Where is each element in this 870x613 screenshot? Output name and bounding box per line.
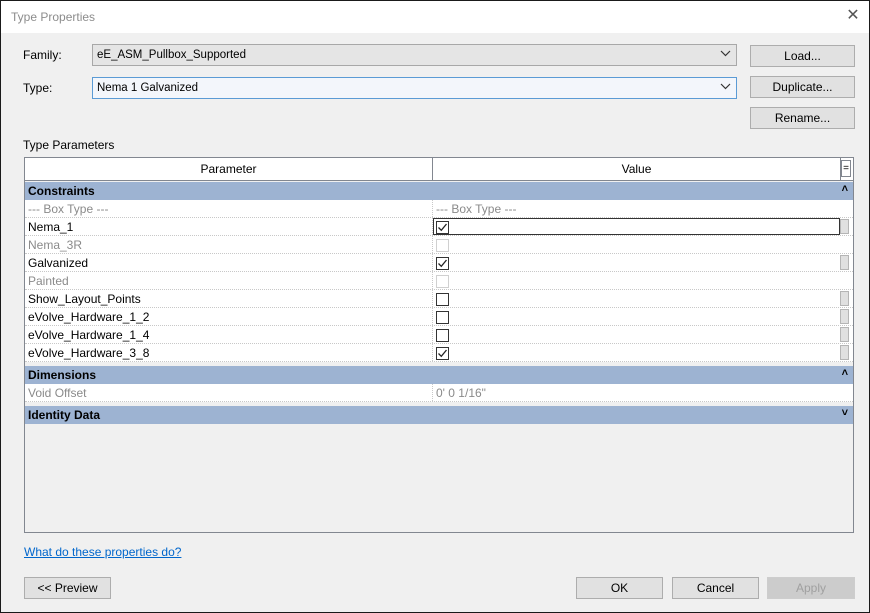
parameter-name: --- Box Type --- [28, 202, 109, 216]
column-header-value[interactable]: Value [433, 158, 841, 180]
table-row-evolve-hardware-3-8[interactable]: eVolve_Hardware_3_8 [25, 344, 853, 362]
grid-header: Parameter Value = [25, 158, 853, 181]
collapse-icon[interactable]: ˄ [842, 183, 848, 195]
group-label: Dimensions [28, 368, 97, 382]
column-header-parameter[interactable]: Parameter [25, 158, 433, 180]
row-handle[interactable] [840, 219, 849, 234]
expand-icon[interactable]: ˅ [842, 407, 848, 419]
load-button[interactable]: Load... [750, 45, 855, 67]
table-row-evolve-hardware-1-2[interactable]: eVolve_Hardware_1_2 [25, 308, 853, 326]
table-row-nema-3r[interactable]: Nema_3R [25, 236, 853, 254]
type-dropdown[interactable]: Nema 1 Galvanized [92, 77, 737, 99]
family-dropdown[interactable]: eE_ASM_Pullbox_Supported [92, 44, 737, 66]
selected-cell [433, 218, 840, 235]
parameter-value: 0' 0 1/16" [436, 386, 486, 400]
collapse-icon[interactable]: ˄ [842, 367, 848, 379]
row-handle[interactable] [840, 291, 849, 306]
rename-button[interactable]: Rename... [750, 107, 855, 129]
row-handle[interactable] [840, 309, 849, 324]
type-properties-dialog: Type Properties ✕ Family: eE_ASM_Pullbox… [0, 0, 870, 613]
close-icon[interactable]: ✕ [845, 8, 861, 24]
chevron-down-icon [720, 83, 731, 90]
parameter-name: eVolve_Hardware_1_2 [28, 310, 150, 324]
ok-button[interactable]: OK [576, 577, 663, 599]
family-label: Family: [23, 48, 62, 62]
type-label: Type: [23, 81, 53, 95]
parameter-name: Nema_3R [28, 238, 83, 252]
parameter-name: Show_Layout_Points [28, 292, 141, 306]
parameter-name: Nema_1 [28, 220, 74, 234]
parameter-name: eVolve_Hardware_1_4 [28, 328, 150, 342]
grid-empty-area [25, 424, 853, 532]
table-row-show-layout-points[interactable]: Show_Layout_Points [25, 290, 853, 308]
checkmark-icon [438, 349, 448, 358]
parameter-name: Galvanized [28, 256, 89, 270]
nema-1-checkbox[interactable] [436, 221, 449, 234]
type-parameters-label: Type Parameters [23, 138, 115, 152]
evolve-hardware-1-2-checkbox[interactable] [436, 311, 449, 324]
cancel-button[interactable]: Cancel [672, 577, 759, 599]
galvanized-checkbox[interactable] [436, 257, 449, 270]
apply-button[interactable]: Apply [767, 577, 855, 599]
painted-checkbox[interactable] [436, 275, 449, 288]
title-bar[interactable]: Type Properties ✕ [1, 1, 869, 33]
show-layout-points-checkbox[interactable] [436, 293, 449, 306]
row-handle[interactable] [840, 345, 849, 360]
table-row-void-offset[interactable]: Void Offset 0' 0 1/16" [25, 384, 853, 402]
row-handle[interactable] [840, 327, 849, 342]
checkmark-icon [438, 259, 448, 268]
parameters-grid: Parameter Value = Constraints ˄ --- Box … [24, 157, 854, 533]
table-row-galvanized[interactable]: Galvanized [25, 254, 853, 272]
window-title: Type Properties [11, 10, 96, 24]
group-label: Identity Data [28, 408, 101, 422]
group-dimensions[interactable]: Dimensions ˄ [25, 366, 853, 384]
checkmark-icon [438, 223, 448, 232]
family-value: eE_ASM_Pullbox_Supported [97, 49, 246, 61]
group-identity-data[interactable]: Identity Data ˅ [25, 406, 853, 424]
table-row-painted[interactable]: Painted [25, 272, 853, 290]
table-row-nema-1[interactable]: Nema_1 [25, 218, 853, 236]
group-constraints[interactable]: Constraints ˄ [25, 182, 853, 200]
preview-button[interactable]: << Preview [24, 577, 111, 599]
row-handle[interactable] [840, 255, 849, 270]
table-row-box-type-separator: --- Box Type --- --- Box Type --- [25, 200, 853, 218]
table-row-evolve-hardware-1-4[interactable]: eVolve_Hardware_1_4 [25, 326, 853, 344]
sort-toggle-button[interactable]: = [841, 160, 851, 177]
help-link[interactable]: What do these properties do? [24, 545, 181, 559]
evolve-hardware-3-8-checkbox[interactable] [436, 347, 449, 360]
chevron-down-icon [720, 50, 731, 57]
duplicate-button[interactable]: Duplicate... [750, 76, 855, 98]
parameter-name: Painted [28, 274, 69, 288]
parameter-value: --- Box Type --- [436, 202, 517, 216]
group-label: Constraints [28, 184, 95, 198]
evolve-hardware-1-4-checkbox[interactable] [436, 329, 449, 342]
nema-3r-checkbox[interactable] [436, 239, 449, 252]
type-value: Nema 1 Galvanized [97, 82, 198, 94]
parameter-name: eVolve_Hardware_3_8 [28, 346, 150, 360]
parameter-name: Void Offset [28, 386, 87, 400]
